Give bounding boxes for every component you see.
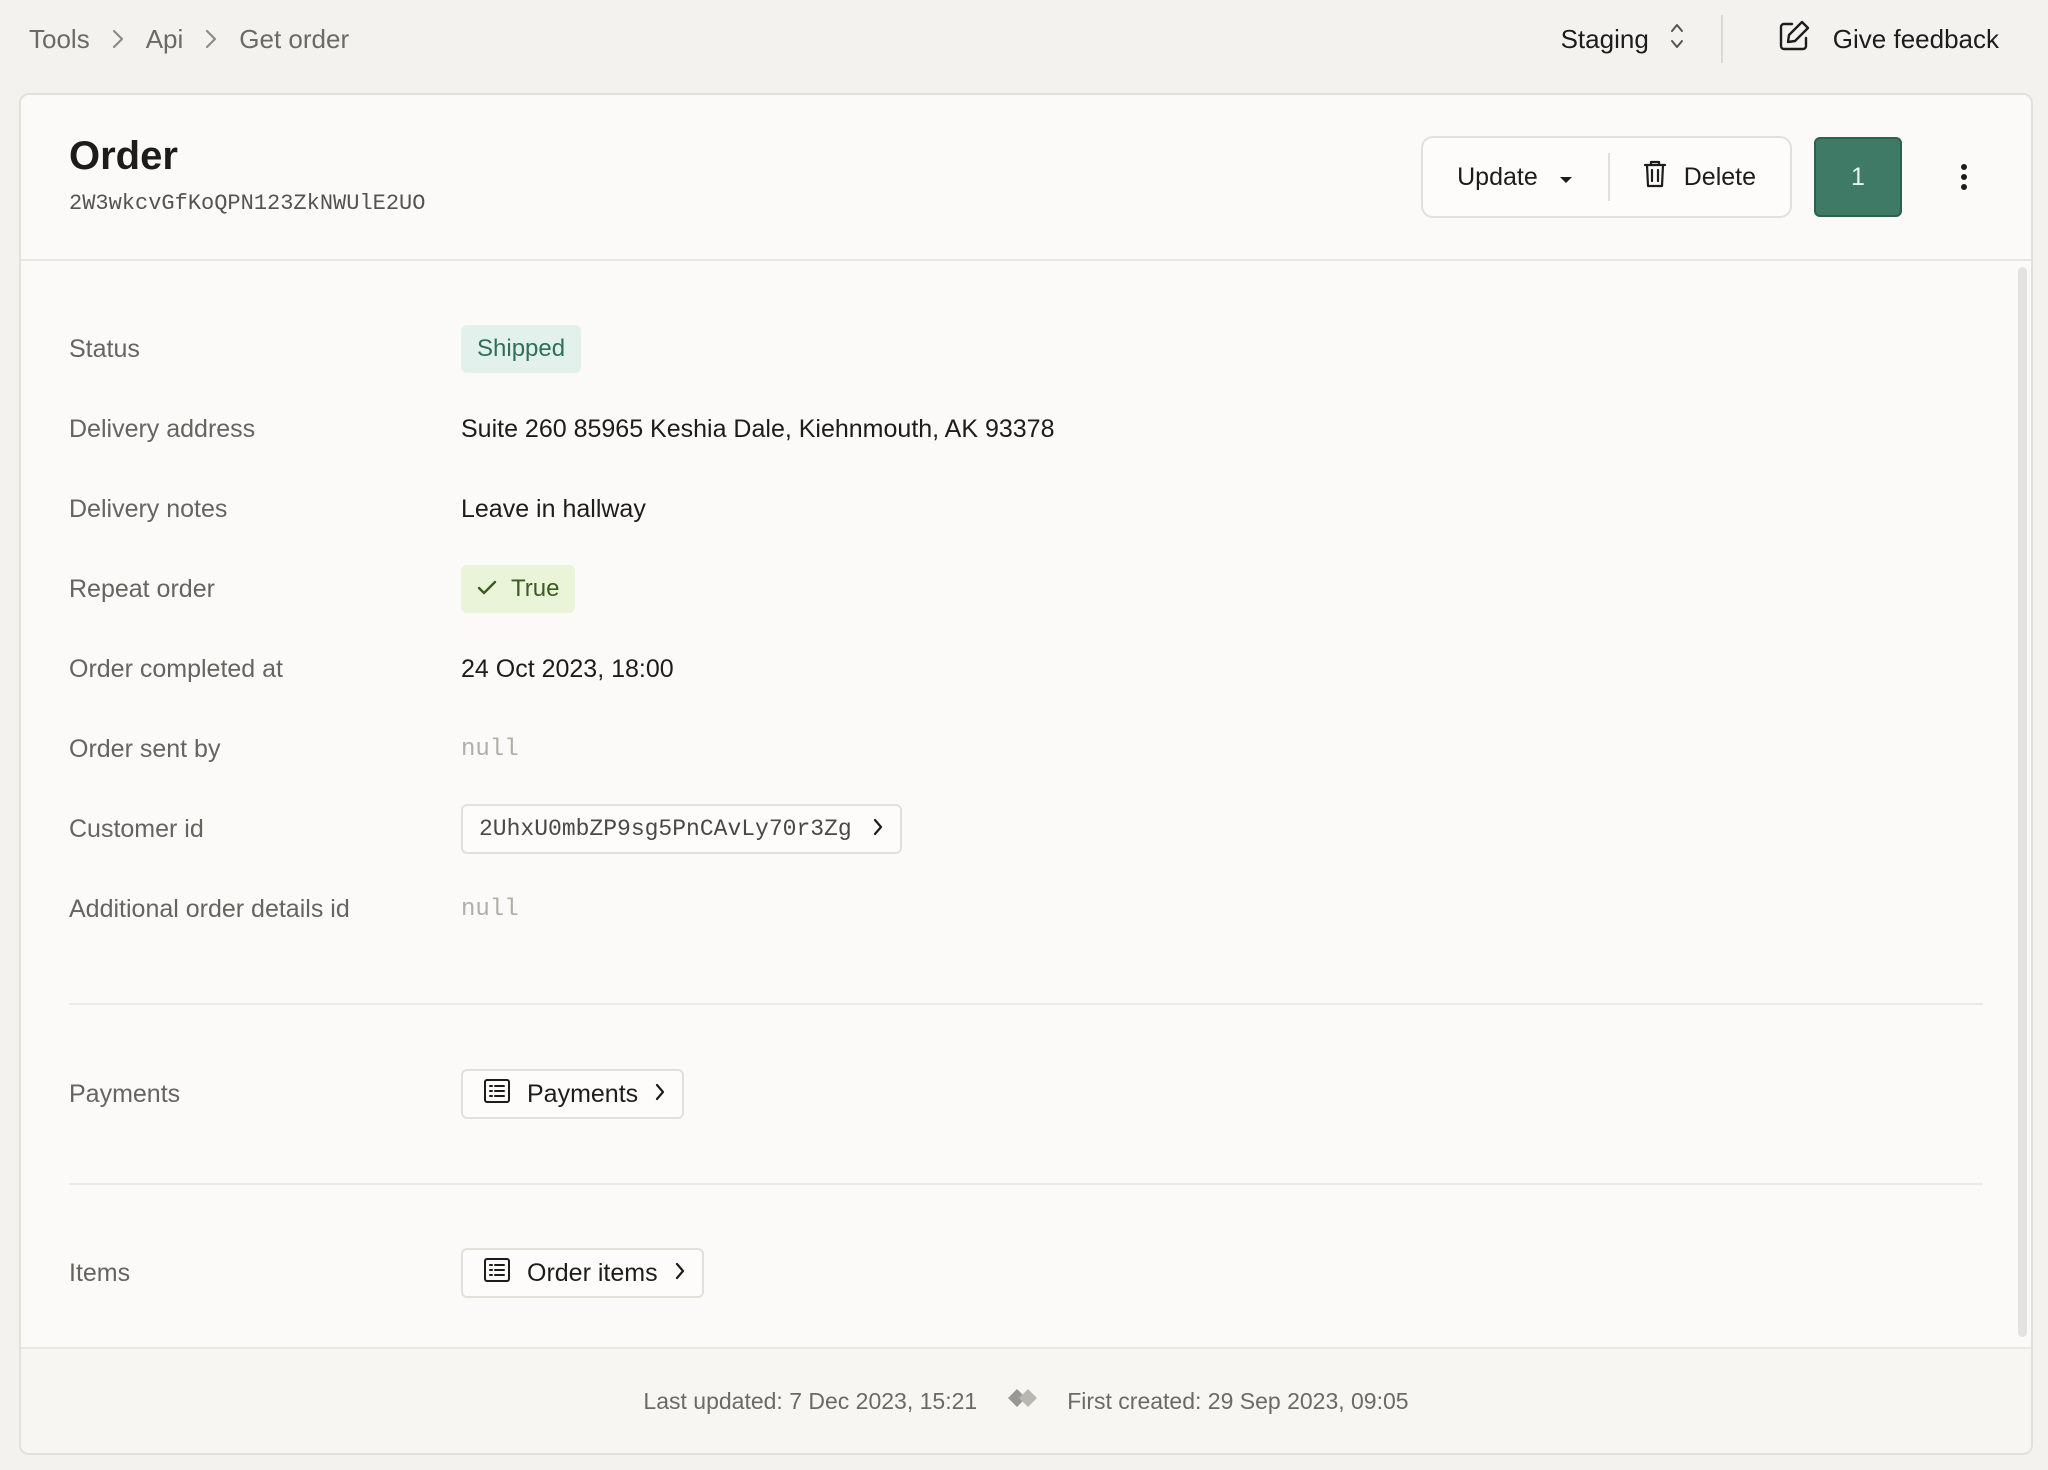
field-row-delivery-notes: Delivery notes Leave in hallway — [69, 469, 1983, 549]
field-row-delivery-address: Delivery address Suite 260 85965 Keshia … — [69, 389, 1983, 469]
field-row-additional-order-details-id: Additional order details id null — [69, 869, 1983, 949]
order-items-link-label: Order items — [527, 1258, 658, 1287]
chevron-right-icon — [872, 815, 884, 844]
field-row-repeat-order: Repeat order True — [69, 549, 1983, 629]
edit-icon — [1777, 19, 1811, 60]
check-icon — [477, 575, 497, 603]
field-row-customer-id: Customer id 2UhxU0mbZP9sg5PnCAvLy70r3Zg — [69, 789, 1983, 869]
record-footer: Last updated: 7 Dec 2023, 15:21 First cr… — [21, 1347, 2031, 1453]
environment-label: Staging — [1560, 23, 1649, 54]
breadcrumb-api[interactable]: Api — [146, 24, 184, 55]
update-label: Update — [1457, 162, 1538, 191]
header-actions: Update Delete 1 — [1421, 136, 1984, 218]
customer-id-value: 2UhxU0mbZP9sg5PnCAvLy70r3Zg — [479, 816, 852, 842]
last-updated: Last updated: 7 Dec 2023, 15:21 — [643, 1387, 978, 1414]
update-button[interactable]: Update — [1423, 138, 1608, 216]
field-value: Suite 260 85965 Keshia Dale, Kiehnmouth,… — [461, 414, 1055, 443]
delete-button[interactable]: Delete — [1610, 138, 1790, 216]
null-value: null — [461, 735, 519, 763]
field-label: Customer id — [69, 814, 204, 843]
list-icon — [483, 1257, 511, 1290]
chevron-right-icon — [183, 28, 239, 50]
null-value: null — [461, 895, 519, 923]
field-label: Additional order details id — [69, 894, 350, 923]
record-header: Order 2W3wkcvGfKoQPN123ZkNWUlE2UO Update… — [21, 95, 2031, 261]
relation-label: Items — [69, 1258, 131, 1287]
payments-link[interactable]: Payments — [461, 1069, 685, 1119]
breadcrumb-get-order[interactable]: Get order — [239, 24, 349, 55]
first-created: First created: 29 Sep 2023, 09:05 — [1067, 1387, 1409, 1414]
breadcrumb: Tools Api Get order — [29, 24, 349, 55]
relation-row-payments: Payments Payments — [69, 1005, 1983, 1183]
field-label: Delivery address — [69, 414, 256, 443]
give-feedback-label: Give feedback — [1832, 23, 1999, 54]
customer-id-link[interactable]: 2UhxU0mbZP9sg5PnCAvLy70r3Zg — [461, 804, 902, 854]
field-label: Delivery notes — [69, 494, 228, 523]
field-value: 24 Oct 2023, 18:00 — [461, 654, 674, 683]
relation-row-items: Items Order items — [69, 1185, 1983, 1361]
chevron-right-icon — [90, 28, 146, 50]
status-badge: Shipped — [461, 325, 582, 373]
chevron-right-icon — [654, 1080, 666, 1109]
page-title: Order — [69, 134, 178, 178]
record-panel: Order 2W3wkcvGfKoQPN123ZkNWUlE2UO Update… — [19, 93, 2033, 1455]
payments-link-label: Payments — [527, 1079, 639, 1108]
top-right-controls: Staging Give feedback — [1561, 0, 2019, 78]
relation-label: Payments — [69, 1079, 181, 1108]
field-label: Order sent by — [69, 734, 221, 763]
record-title-group: Order 2W3wkcvGfKoQPN123ZkNWUlE2UO — [69, 134, 426, 216]
delete-label: Delete — [1683, 162, 1756, 191]
sort-arrows-icon — [1669, 21, 1685, 58]
record-fields: Status Shipped Delivery address Suite 26… — [21, 261, 2031, 1351]
field-label: Status — [69, 334, 140, 363]
chevron-right-icon — [674, 1259, 686, 1288]
kebab-menu-icon[interactable] — [1944, 163, 1984, 191]
primary-action-button[interactable]: 1 — [1814, 137, 1902, 217]
diamond-arrow-icon — [1005, 1383, 1039, 1419]
boolean-badge: True — [461, 565, 576, 613]
breadcrumb-tools[interactable]: Tools — [29, 24, 90, 55]
give-feedback-button[interactable]: Give feedback — [1777, 19, 2019, 60]
field-row-status: Status Shipped — [69, 309, 1983, 389]
field-row-order-sent-by: Order sent by null — [69, 709, 1983, 789]
field-row-order-completed-at: Order completed at 24 Oct 2023, 18:00 — [69, 629, 1983, 709]
boolean-value: True — [511, 575, 560, 602]
order-items-link[interactable]: Order items — [461, 1248, 704, 1298]
top-bar: Tools Api Get order Staging Give feedbac… — [0, 0, 2048, 78]
field-label: Repeat order — [69, 574, 215, 603]
field-label: Order completed at — [69, 654, 283, 683]
caret-down-icon — [1558, 163, 1574, 192]
trash-icon — [1642, 159, 1668, 196]
action-button-group: Update Delete — [1421, 136, 1792, 218]
field-value: Leave in hallway — [461, 494, 646, 523]
scrollbar[interactable] — [2018, 267, 2027, 1337]
record-id: 2W3wkcvGfKoQPN123ZkNWUlE2UO — [69, 191, 426, 216]
environment-select[interactable]: Staging — [1561, 21, 1721, 58]
divider — [1720, 15, 1723, 63]
list-icon — [483, 1078, 511, 1111]
